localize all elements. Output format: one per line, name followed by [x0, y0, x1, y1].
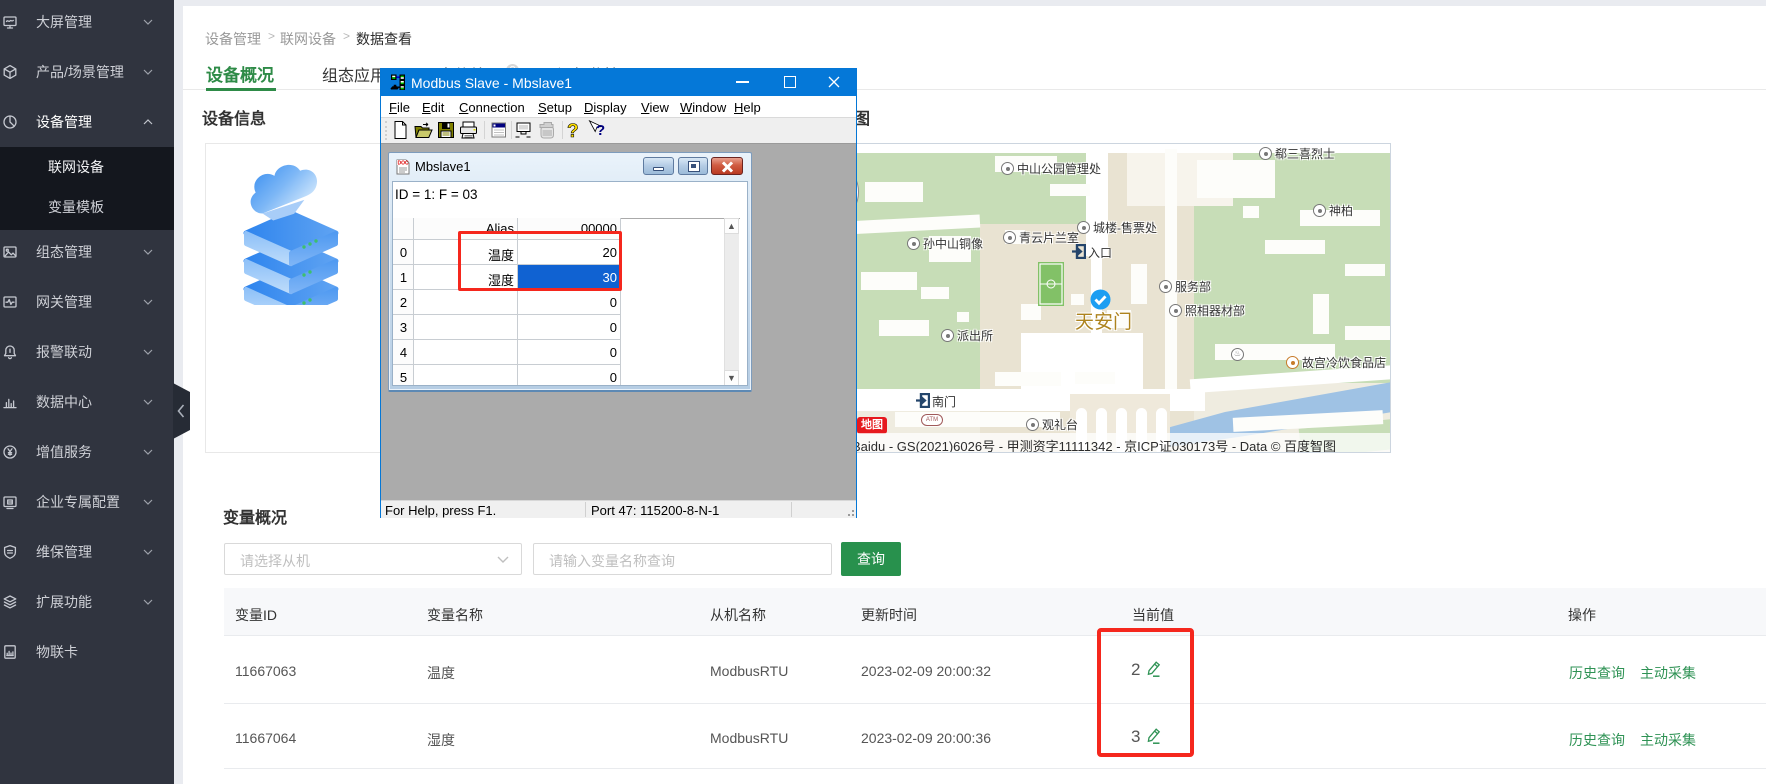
svg-text:?: ? [567, 121, 579, 140]
svg-text:?: ? [596, 122, 605, 139]
svg-text:DOC: DOC [398, 161, 410, 167]
